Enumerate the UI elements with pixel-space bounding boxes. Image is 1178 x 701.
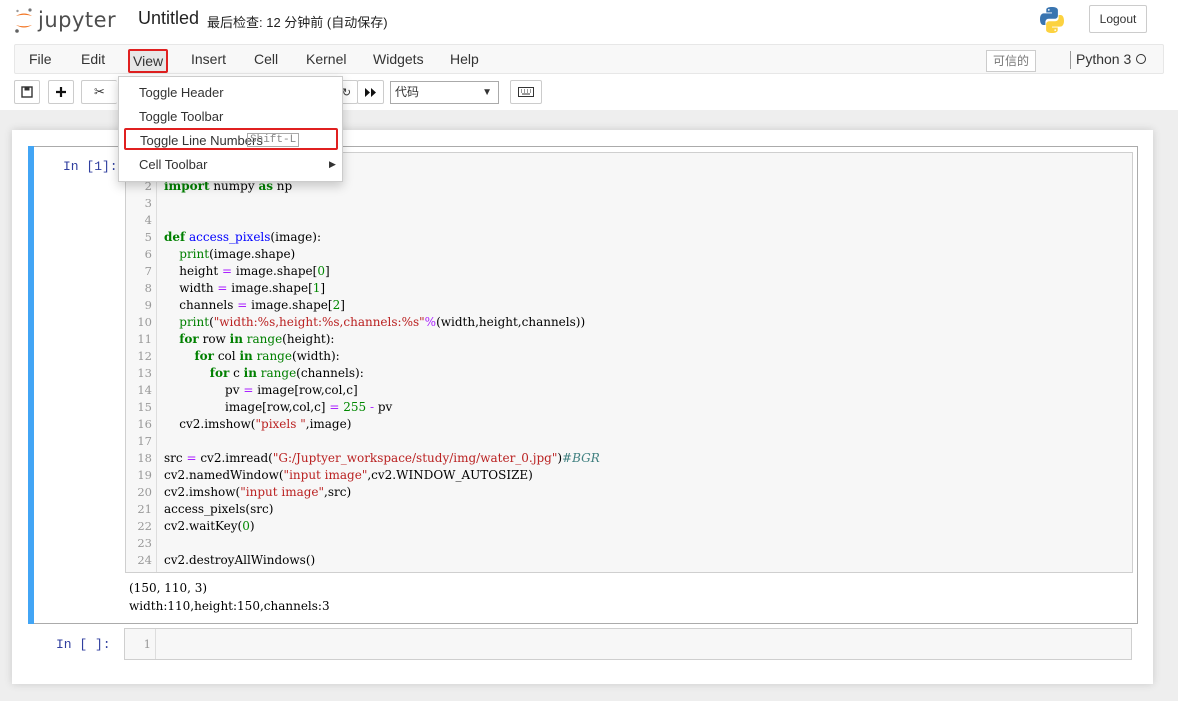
code-line: cv2.imshow("input image",src): [164, 485, 352, 499]
line-number: 24: [137, 553, 152, 567]
code-line: for col in range(width):: [194, 349, 340, 363]
menu-file[interactable]: File: [29, 45, 52, 73]
run-icon: ↻: [341, 86, 352, 99]
code-line: for c in range(channels):: [209, 366, 364, 380]
code-line: def access_pixels(image):: [164, 230, 321, 244]
line-number: 14: [137, 383, 152, 397]
view-dropdown-menu: Toggle Header Toggle Toolbar Toggle Line…: [118, 76, 343, 182]
menu-cell[interactable]: Cell: [254, 45, 278, 73]
logo-text: jupyter: [38, 8, 117, 32]
kernel-separator: [1070, 51, 1071, 69]
code-editor[interactable]: 1: [124, 628, 1132, 660]
logout-button[interactable]: Logout: [1089, 5, 1147, 33]
line-number: 9: [144, 298, 152, 312]
code-line: for row in range(height):: [179, 332, 335, 346]
code-line: width = image.shape[1]: [164, 281, 326, 295]
line-number: 5: [144, 230, 152, 244]
menu-item-toggle-line-numbers[interactable]: Toggle Line Numbers Shift-L: [124, 128, 338, 150]
line-number: 12: [137, 349, 152, 363]
menu-item-toggle-toolbar[interactable]: Toggle Toolbar: [139, 109, 223, 124]
menu-widgets[interactable]: Widgets: [373, 45, 424, 73]
notebook-title[interactable]: Untitled: [138, 8, 199, 29]
code-line: cv2.namedWindow("input image",cv2.WINDOW…: [164, 468, 533, 482]
jupyter-logo[interactable]: jupyter: [14, 5, 116, 35]
code-line: src = cv2.imread("G:/Juptyer_workspace/s…: [164, 451, 600, 465]
line-number: 7: [144, 264, 152, 278]
code-line: image[row,col,c] = 255 - pv: [164, 400, 393, 414]
input-prompt: In [ ]:: [56, 637, 111, 652]
line-number: 19: [137, 468, 152, 482]
plus-icon: [56, 87, 66, 97]
menu-view[interactable]: View: [128, 49, 169, 73]
menu-item-cell-toolbar[interactable]: Cell Toolbar: [139, 157, 207, 172]
cell-type-value: 代码: [395, 85, 420, 99]
save-icon: [21, 86, 33, 98]
cell-type-select[interactable]: 代码 ▼: [390, 81, 499, 104]
kernel-name: Python 3: [1076, 51, 1132, 67]
menubar: File Edit View Insert Cell Kernel Widget…: [14, 44, 1164, 74]
cut-cell-button[interactable]: ✂: [81, 80, 117, 104]
line-number: 17: [137, 434, 152, 448]
save-button[interactable]: [14, 80, 40, 104]
code-line: print("width:%s,height:%s,channels:%s"%(…: [179, 315, 586, 329]
output-line: (150, 110, 3): [129, 581, 208, 595]
menu-item-label: Toggle Line Numbers: [140, 133, 263, 148]
python-logo-icon: [1040, 7, 1064, 34]
line-number: 20: [137, 485, 152, 499]
submenu-arrow-icon: ▶: [329, 159, 336, 169]
menu-kernel[interactable]: Kernel: [306, 45, 346, 73]
input-prompt: In [1]:: [63, 159, 118, 174]
menu-edit[interactable]: Edit: [81, 45, 105, 73]
menu-item-toggle-header[interactable]: Toggle Header: [139, 85, 224, 100]
menu-insert[interactable]: Insert: [191, 45, 226, 73]
trusted-indicator[interactable]: 可信的: [986, 50, 1037, 72]
code-line: height = image.shape[0]: [164, 264, 330, 278]
fast-forward-icon: [365, 87, 376, 97]
line-number: 3: [144, 196, 152, 210]
code-cell[interactable]: In [ ]: 1: [28, 628, 1138, 662]
scissors-icon: ✂: [94, 84, 105, 99]
command-palette-button[interactable]: [510, 80, 542, 104]
insert-cell-button[interactable]: [48, 80, 74, 104]
output-line: width:110,height:150,channels:3: [129, 599, 330, 613]
code-editor[interactable]: 1 2 3 4 5 6 7 8 9 10 11 12 13 14 15 16 1…: [125, 152, 1133, 573]
keyboard-icon: [518, 87, 534, 97]
line-number: 22: [137, 519, 152, 533]
notebook-container: In [1]: 1 2 3 4 5 6 7 8 9 10 11 12 13 14…: [12, 130, 1153, 684]
fast-forward-button[interactable]: [357, 80, 384, 104]
cell-output: (150, 110, 3) width:110,height:150,channe…: [129, 579, 330, 615]
code-line: channels = image.shape[2]: [164, 298, 345, 312]
code-line: cv2.waitKey(0): [164, 519, 255, 533]
line-number: 13: [137, 366, 152, 380]
line-number: 8: [144, 281, 152, 295]
line-number: 23: [137, 536, 152, 550]
line-number: 21: [137, 502, 152, 516]
line-number: 1: [143, 637, 151, 651]
keyboard-shortcut: Shift-L: [247, 133, 300, 147]
code-line: pv = image[row,col,c]: [164, 383, 358, 397]
header: jupyter Untitled 最后检查: 12 分钟前 (自动保存) Log…: [0, 0, 1178, 44]
line-number: 15: [137, 400, 152, 414]
code-line: print(image.shape): [179, 247, 296, 261]
jupyter-logo-icon: [15, 8, 32, 33]
chevron-down-icon: ▼: [482, 87, 492, 98]
line-number: 11: [137, 332, 152, 346]
code-line: access_pixels(src): [164, 502, 274, 516]
line-number: 10: [137, 315, 152, 329]
line-number: 6: [144, 247, 152, 261]
line-number: 16: [137, 417, 152, 431]
checkpoint-status: 最后检查: 12 分钟前 (自动保存): [207, 15, 388, 30]
code-cell-selected[interactable]: In [1]: 1 2 3 4 5 6 7 8 9 10 11 12 13 14…: [28, 146, 1138, 624]
kernel-idle-icon: [1136, 54, 1146, 64]
code-line: cv2.imshow("pixels ",image): [164, 417, 352, 431]
code-line: cv2.destroyAllWindows(): [164, 553, 316, 567]
selected-cell-indicator: [28, 146, 34, 624]
line-number: 18: [137, 451, 152, 465]
line-number: 4: [144, 213, 152, 227]
menu-help[interactable]: Help: [450, 45, 479, 73]
